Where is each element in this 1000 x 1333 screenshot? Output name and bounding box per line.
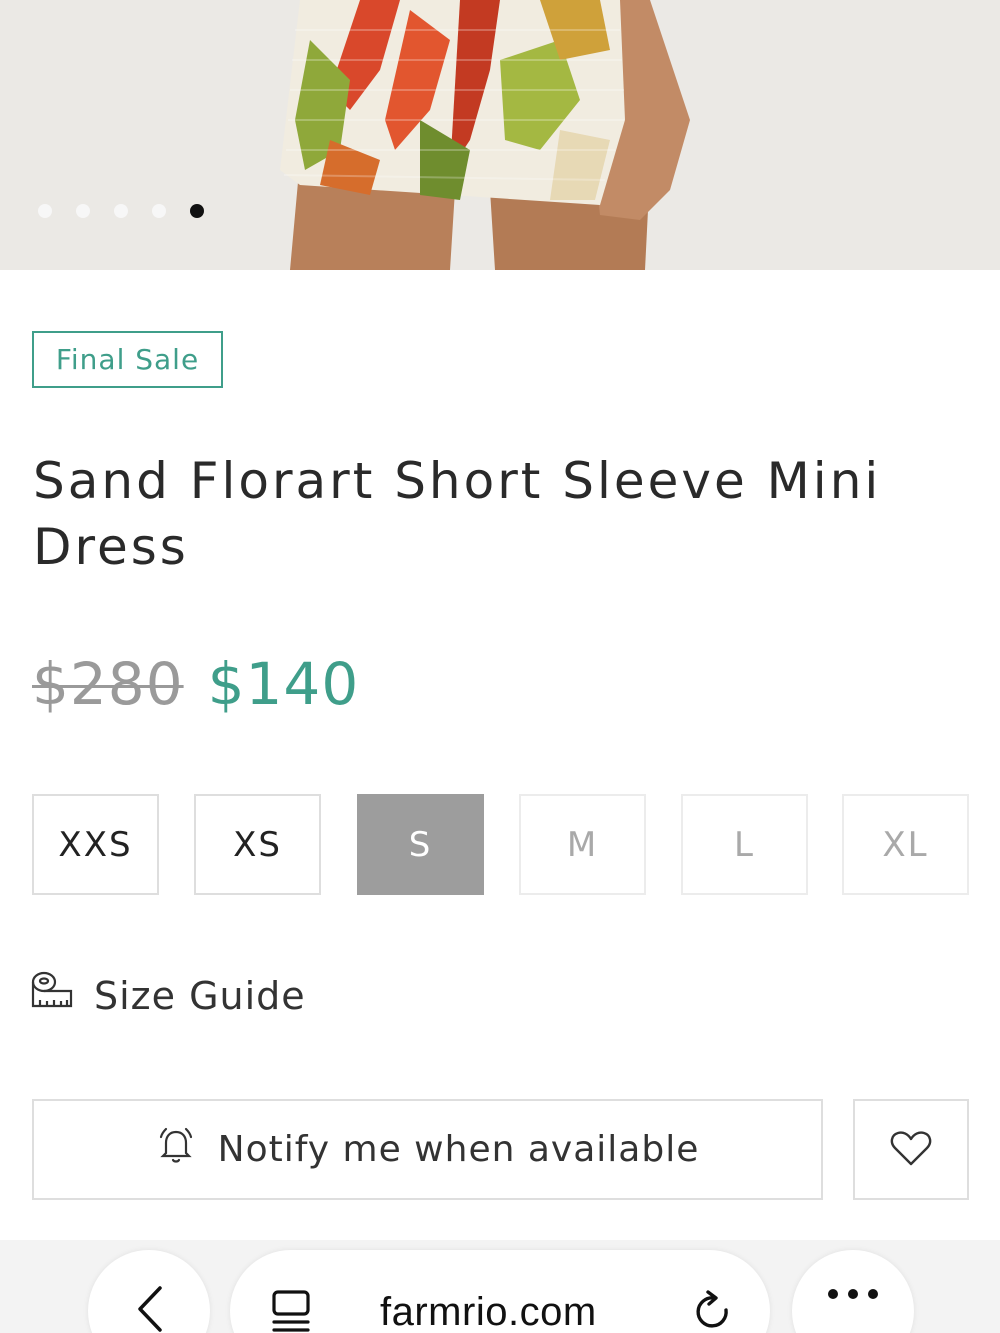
size-guide-link[interactable]: Size Guide: [30, 970, 306, 1021]
reload-icon[interactable]: [692, 1288, 736, 1333]
size-guide-label: Size Guide: [94, 973, 306, 1018]
chevron-left-icon: [132, 1284, 166, 1333]
size-selector: XXS XS S M L XL: [32, 794, 969, 895]
product-title: Sand Florart Short Sleeve Mini Dress: [33, 452, 882, 576]
size-option-l[interactable]: L: [681, 794, 808, 895]
back-button[interactable]: [88, 1250, 210, 1333]
carousel-dot-2[interactable]: [76, 204, 90, 218]
heart-icon: [889, 1128, 933, 1172]
product-page: Final Sale Sand Florart Short Sleeve Min…: [0, 0, 1000, 1333]
notify-label: Notify me when available: [217, 1129, 700, 1170]
carousel-dot-4[interactable]: [152, 204, 166, 218]
tabs-icon[interactable]: [270, 1288, 312, 1333]
url-domain[interactable]: farmrio.com: [380, 1290, 597, 1333]
size-option-xl[interactable]: XL: [842, 794, 969, 895]
wishlist-button[interactable]: [853, 1099, 969, 1200]
more-options-button[interactable]: [792, 1250, 914, 1333]
bell-icon: [156, 1125, 196, 1174]
address-bar[interactable]: farmrio.com: [230, 1250, 770, 1333]
price-row: $280 $140: [32, 650, 359, 718]
size-option-s[interactable]: S: [357, 794, 484, 895]
sale-price: $140: [207, 650, 360, 718]
browser-toolbar: farmrio.com: [0, 1240, 1000, 1333]
size-option-xxs[interactable]: XXS: [32, 794, 159, 895]
measuring-tape-icon: [30, 970, 74, 1021]
product-image-carousel[interactable]: [0, 0, 1000, 270]
carousel-dot-5[interactable]: [190, 204, 204, 218]
size-option-m[interactable]: M: [519, 794, 646, 895]
notify-me-button[interactable]: Notify me when available: [32, 1099, 823, 1200]
size-option-xs[interactable]: XS: [194, 794, 321, 895]
final-sale-badge: Final Sale: [32, 331, 223, 388]
carousel-dot-3[interactable]: [114, 204, 128, 218]
carousel-dot-1[interactable]: [38, 204, 52, 218]
original-price: $280: [32, 650, 184, 718]
carousel-dots: [38, 204, 204, 218]
more-dots-icon: [825, 1284, 881, 1308]
product-photo: [0, 0, 1000, 270]
